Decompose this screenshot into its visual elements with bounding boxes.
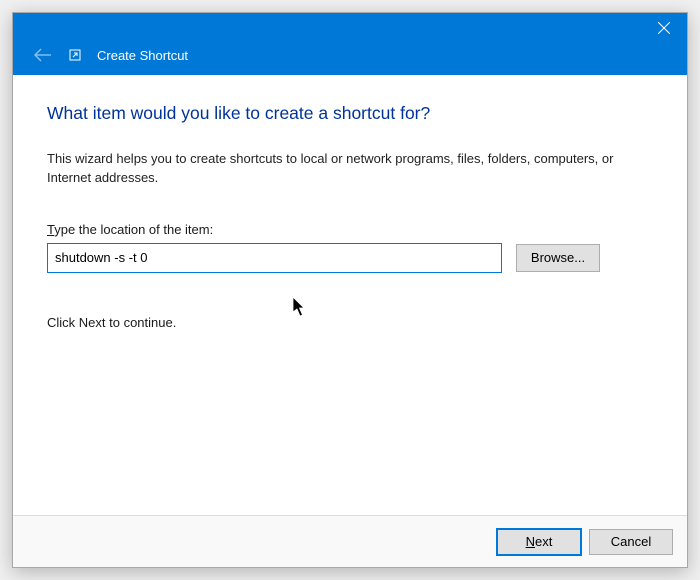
titlebar: Create Shortcut (13, 13, 687, 75)
page-heading: What item would you like to create a sho… (47, 103, 653, 124)
location-row: Browse... (47, 243, 653, 273)
browse-button[interactable]: Browse... (516, 244, 600, 272)
titlebar-content: Create Shortcut (33, 45, 188, 65)
intro-text: This wizard helps you to create shortcut… (47, 150, 647, 188)
wizard-content: What item would you like to create a sho… (13, 75, 687, 515)
shortcut-icon (67, 47, 83, 63)
wizard-footer: Next Cancel (13, 515, 687, 567)
location-input[interactable] (47, 243, 502, 273)
back-arrow-icon (34, 48, 52, 62)
create-shortcut-wizard: Create Shortcut What item would you like… (12, 12, 688, 568)
cancel-button[interactable]: Cancel (589, 529, 673, 555)
location-label: Type the location of the item: (47, 222, 653, 237)
back-button (33, 45, 53, 65)
next-button[interactable]: Next (497, 529, 581, 555)
window-title: Create Shortcut (97, 48, 188, 63)
close-icon (658, 22, 670, 34)
continue-hint: Click Next to continue. (47, 315, 653, 330)
close-button[interactable] (641, 13, 687, 43)
